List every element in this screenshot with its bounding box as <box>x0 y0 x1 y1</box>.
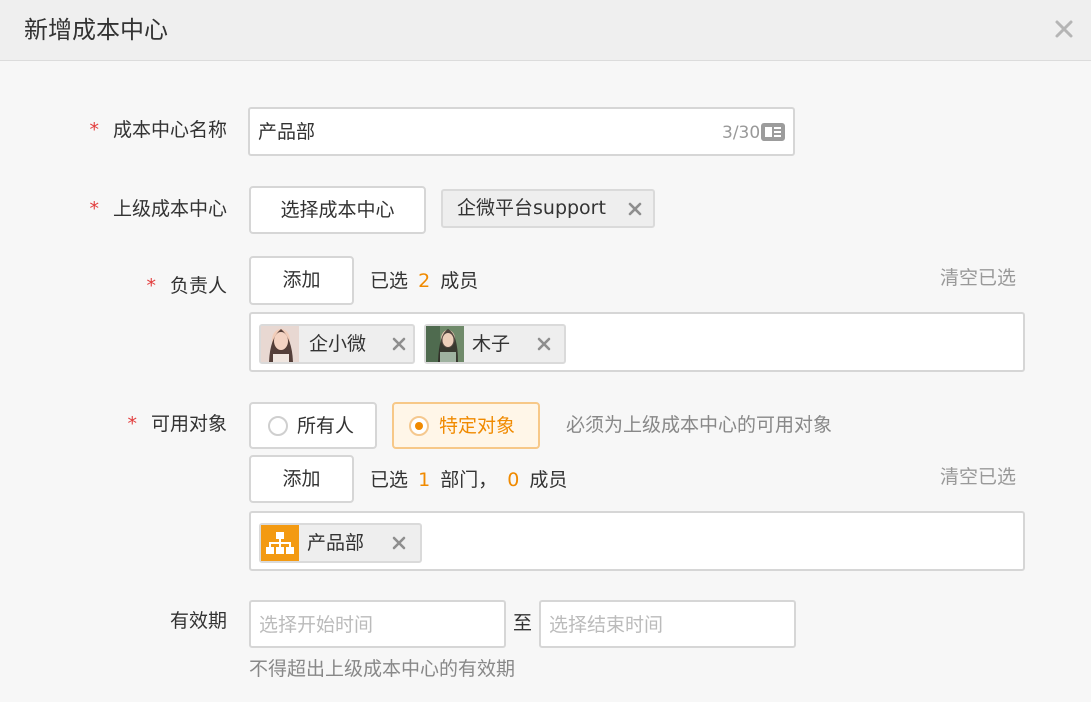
scope-selected-box: 产品部 <box>249 511 1025 571</box>
parent-chip-label: 企微平台support <box>457 197 606 219</box>
remove-member-icon[interactable] <box>536 336 552 352</box>
department-chip: 产品部 <box>259 523 422 563</box>
member-name: 木子 <box>472 333 511 355</box>
avatar <box>261 326 299 362</box>
department-name: 产品部 <box>307 532 365 554</box>
remove-department-icon[interactable] <box>391 535 407 551</box>
scope-option-specific[interactable]: 特定对象 <box>392 402 540 449</box>
scope-selected-summary: 已选 1 部门， 0 成员 <box>370 469 568 491</box>
start-date-input[interactable]: 选择开始时间 <box>249 600 506 648</box>
radio-unchecked-icon <box>268 416 288 436</box>
required-mark: * <box>146 275 156 297</box>
name-label: * 成本中心名称 <box>89 119 227 141</box>
date-range-separator: 至 <box>513 612 533 634</box>
parent-chip: 企微平台support <box>441 189 655 228</box>
parent-label: * 上级成本中心 <box>89 198 227 220</box>
remove-member-icon[interactable] <box>391 336 407 352</box>
scope-option-label: 特定对象 <box>439 415 516 437</box>
add-scope-button[interactable]: 添加 <box>249 455 354 503</box>
radio-checked-icon <box>409 416 429 436</box>
member-chip: 企小微 <box>259 324 415 364</box>
dialog-title: 新增成本中心 <box>24 16 168 44</box>
required-mark: * <box>89 198 99 220</box>
name-char-counter: 3/30 <box>722 123 761 143</box>
required-mark: * <box>127 413 137 435</box>
org-chart-icon <box>261 525 299 561</box>
close-icon[interactable] <box>1049 14 1079 44</box>
id-card-icon[interactable] <box>761 123 785 141</box>
dialog-header: 新增成本中心 <box>0 0 1091 61</box>
end-date-placeholder: 选择结束时间 <box>549 614 664 636</box>
scope-clear-link[interactable]: 清空已选 <box>940 464 1016 490</box>
member-chip: 木子 <box>424 324 566 364</box>
scope-option-everyone[interactable]: 所有人 <box>249 402 377 449</box>
member-name: 企小微 <box>309 333 367 355</box>
owner-selected-box: 企小微 木子 <box>249 312 1025 372</box>
owner-clear-link[interactable]: 清空已选 <box>940 265 1016 291</box>
end-date-input[interactable]: 选择结束时间 <box>539 600 796 648</box>
validity-label: 有效期 <box>169 610 227 632</box>
owner-selected-summary: 已选 2 成员 <box>370 270 479 292</box>
name-input-value: 产品部 <box>258 121 316 143</box>
avatar <box>426 326 464 362</box>
start-date-placeholder: 选择开始时间 <box>259 614 374 636</box>
scope-label: * 可用对象 <box>127 413 227 435</box>
required-mark: * <box>89 119 99 141</box>
name-input[interactable]: 产品部 3/30 <box>248 107 795 156</box>
select-cost-center-button[interactable]: 选择成本中心 <box>249 186 426 234</box>
scope-option-label: 所有人 <box>297 415 355 437</box>
add-owner-button[interactable]: 添加 <box>249 256 354 305</box>
remove-chip-icon[interactable] <box>627 201 643 217</box>
validity-hint: 不得超出上级成本中心的有效期 <box>249 658 516 680</box>
scope-hint: 必须为上级成本中心的可用对象 <box>566 414 833 436</box>
owner-label: * 负责人 <box>146 275 227 297</box>
